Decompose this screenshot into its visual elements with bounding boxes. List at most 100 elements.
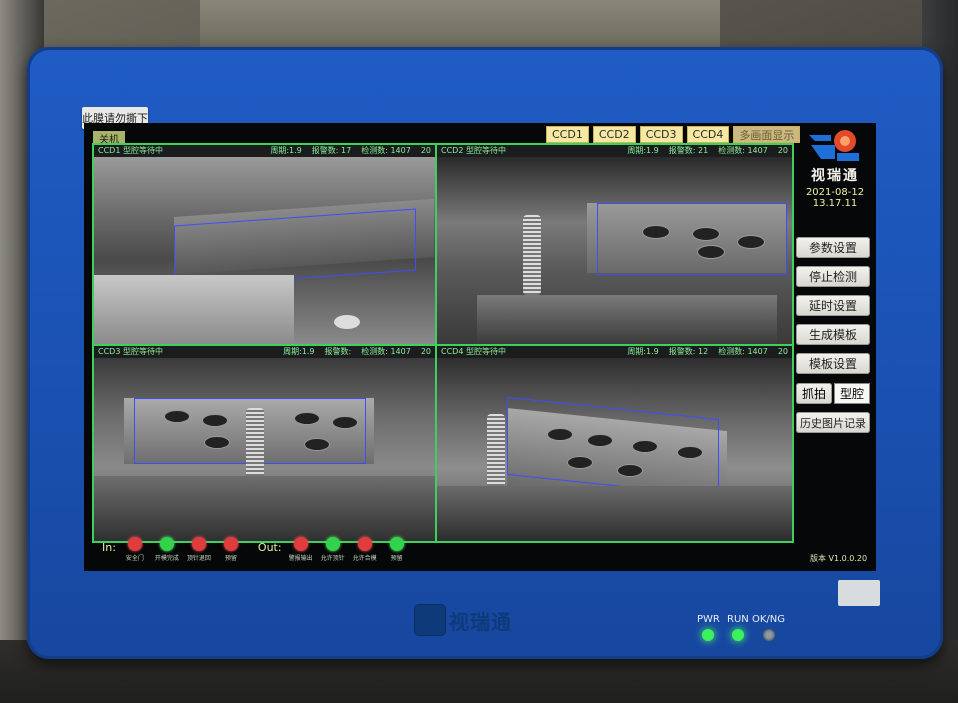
background-beam: [200, 0, 720, 52]
input-ejector-return: 顶针退回: [186, 537, 212, 562]
version-label: 版本 V1.0.0.20: [810, 554, 868, 563]
mold-cavity: [164, 410, 190, 423]
camera-count: 20: [777, 146, 788, 155]
camera-period: 周期:1.9: [627, 347, 659, 356]
camera-alarms: 报警数: 21: [668, 146, 709, 155]
history-images-button[interactable]: 历史图片记录: [796, 412, 870, 433]
tab-ccd4[interactable]: CCD4: [686, 126, 730, 143]
mold-cavity: [632, 440, 658, 453]
camera-name: CCD4 型腔等待中: [441, 347, 506, 356]
camera-period: 周期:1.9: [283, 347, 315, 356]
mold-cavity: [332, 416, 358, 429]
status-dot-icon: [191, 537, 206, 551]
input-mold-open: 开模完成: [154, 537, 180, 562]
brand-name: 视瑞通: [811, 168, 859, 184]
led-label: OK/NG: [752, 614, 786, 625]
okng-led-icon: [762, 629, 775, 641]
io-status-row: In: 安全门 开模完成 顶针退回 预留 Out: 警报输出 允许顶针 允许合模: [102, 537, 410, 567]
camera-period: 周期:1.9: [627, 146, 659, 155]
mold-cavity: [202, 414, 228, 427]
input-reserved: 预留: [218, 537, 244, 562]
cavity-select[interactable]: 型腔: [834, 383, 870, 404]
camera-header: CCD1 型腔等待中 周期:1.9 报警数: 17 检测数: 1407 20: [94, 145, 435, 157]
hmi-screen: 关机 CCD1 CCD2 CCD3 CCD4 多画面显示 CCD1 型腔等待中 …: [84, 123, 876, 571]
bezel-logo: 视瑞通: [415, 600, 535, 640]
mold-cavity: [617, 464, 643, 477]
current-date: 2021-08-12: [805, 187, 865, 198]
led-pwr: PWR: [697, 614, 720, 641]
delay-settings-button[interactable]: 延时设置: [796, 295, 870, 316]
led-run: RUN: [727, 614, 749, 641]
status-dot-icon: [325, 537, 340, 551]
camera-view-ccd3[interactable]: CCD3 型腔等待中 周期:1.9 报警数: 检测数: 1407 20: [93, 345, 436, 542]
machine-part: [334, 315, 360, 329]
template-settings-button[interactable]: 模板设置: [796, 353, 870, 374]
ejector-pin: [523, 215, 541, 295]
camera-view-ccd4[interactable]: CCD4 型腔等待中 周期:1.9 报警数: 12 检测数: 1407 20: [436, 345, 793, 542]
io-label: 开模完成: [154, 555, 179, 562]
bezel-brand-name: 视瑞通: [449, 609, 512, 634]
mold-cavity: [567, 456, 593, 469]
machine-part: [94, 476, 435, 541]
led-label: RUN: [727, 614, 749, 625]
camera-alarms: 报警数: 12: [668, 347, 709, 356]
camera-name: CCD3 型腔等待中: [98, 347, 163, 356]
machine-part: [437, 486, 792, 541]
brand-logo-icon: [415, 605, 445, 635]
tab-ccd3[interactable]: CCD3: [639, 126, 683, 143]
camera-count: 20: [420, 146, 431, 155]
camera-header: CCD3 型腔等待中 周期:1.9 报警数: 检测数: 1407 20: [94, 346, 435, 358]
camera-count: 20: [777, 347, 788, 356]
status-dot-icon: [127, 537, 142, 551]
brand-panel: 视瑞通 2021-08-12 13.17.11: [798, 127, 872, 209]
machine-part: [477, 295, 777, 344]
io-label: 顶针退回: [186, 555, 211, 562]
mold-cavity: [642, 225, 670, 239]
mold-cavity: [697, 245, 725, 259]
io-label: 预留: [224, 555, 237, 562]
camera-view-ccd2[interactable]: CCD2 型腔等待中 周期:1.9 报警数: 21 检测数: 1407 20: [436, 144, 793, 345]
camera-inspections: 检测数: 1407: [718, 146, 768, 155]
bezel-sticker: [838, 580, 880, 606]
stop-detection-button[interactable]: 停止检测: [796, 266, 870, 287]
tab-multi-view[interactable]: 多画面显示: [733, 126, 801, 143]
io-label: 警报输出: [288, 555, 313, 562]
brand-logo-icon: [804, 127, 866, 165]
camera-view-ccd1[interactable]: CCD1 型腔等待中 周期:1.9 报警数: 17 检测数: 1407 20: [93, 144, 436, 345]
machine-part: [94, 275, 294, 344]
camera-count: 20: [420, 347, 431, 356]
mold-cavity: [547, 428, 573, 441]
camera-alarms: 报警数:: [324, 347, 352, 356]
tab-ccd1[interactable]: CCD1: [546, 126, 589, 143]
mold-cavity: [304, 438, 330, 451]
output-allow-close: 允许合模: [352, 537, 378, 562]
camera-period: 周期:1.9: [270, 146, 302, 155]
generate-template-button[interactable]: 生成模板: [796, 324, 870, 345]
camera-inspections: 检测数: 1407: [361, 347, 411, 356]
parameter-settings-button[interactable]: 参数设置: [796, 237, 870, 258]
capture-button[interactable]: 抓拍: [796, 383, 832, 404]
io-in-label: In:: [102, 541, 116, 554]
status-dot-icon: [357, 537, 372, 551]
camera-inspections: 检测数: 1407: [361, 146, 411, 155]
pwr-led-icon: [702, 629, 715, 641]
status-dot-icon: [159, 537, 174, 551]
tab-ccd2[interactable]: CCD2: [592, 126, 636, 143]
camera-grid: CCD1 型腔等待中 周期:1.9 报警数: 17 检测数: 1407 20 C…: [92, 143, 794, 543]
output-reserved: 预留: [384, 537, 410, 562]
mold-cavity: [294, 412, 320, 425]
io-label: 预留: [390, 555, 403, 562]
camera-inspections: 检测数: 1407: [718, 347, 768, 356]
io-label: 允许合模: [352, 555, 377, 562]
camera-header: CCD2 型腔等待中 周期:1.9 报警数: 21 检测数: 1407 20: [437, 145, 792, 157]
mold-cavity: [692, 227, 720, 241]
led-oking: OK/NG: [752, 614, 785, 641]
current-time: 13.17.11: [812, 198, 858, 209]
camera-alarms: 报警数: 17: [311, 146, 352, 155]
input-safety-door: 安全门: [122, 537, 148, 562]
mold-cavity: [677, 446, 703, 459]
mold-cavity: [204, 436, 230, 449]
output-allow-ejector: 允许顶针: [320, 537, 346, 562]
io-label: 允许顶针: [320, 555, 345, 562]
mold-cavity: [587, 434, 613, 447]
